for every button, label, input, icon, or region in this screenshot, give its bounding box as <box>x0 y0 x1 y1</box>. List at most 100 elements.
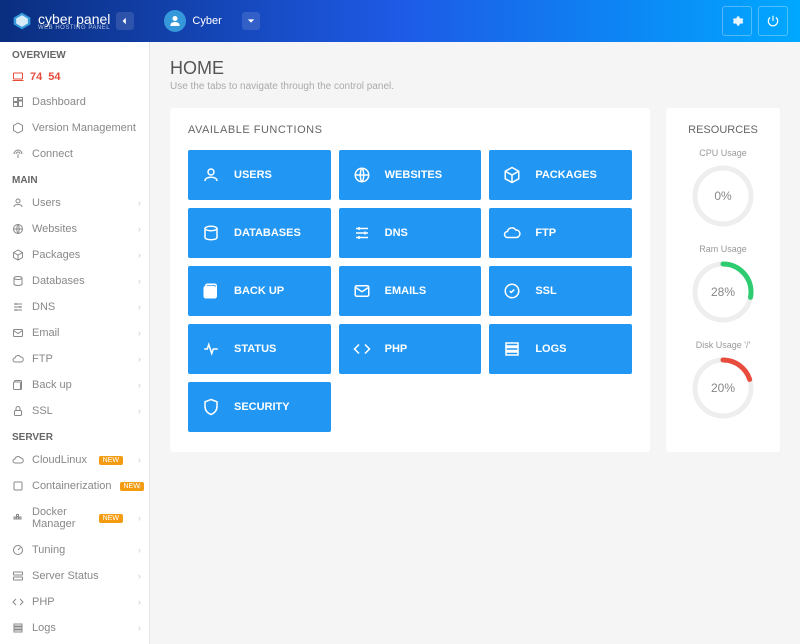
users-icon <box>202 166 220 184</box>
chevron-right-icon: › <box>138 276 141 286</box>
cloud-icon <box>12 353 24 365</box>
sidebar-item-logs[interactable]: Logs› <box>0 615 149 641</box>
sidebar-item-cloudlinux[interactable]: CloudLinuxNEW› <box>0 447 149 473</box>
user-dropdown[interactable] <box>242 12 260 30</box>
sidebar-item-php[interactable]: PHP› <box>0 589 149 615</box>
email-icon <box>12 327 24 339</box>
laptop-icon <box>12 72 24 82</box>
sidebar-item-dns[interactable]: DNS› <box>0 294 149 320</box>
sidebar-toggle[interactable] <box>116 12 134 30</box>
sidebar-item-docker-manager[interactable]: Docker ManagerNEW› <box>0 499 149 537</box>
sidebar-item-version-management[interactable]: Version Management <box>0 115 149 141</box>
user-menu[interactable]: Cyber <box>164 10 259 32</box>
person-icon <box>169 15 181 27</box>
tile-users[interactable]: USERS <box>188 150 331 200</box>
tile-logs[interactable]: LOGS <box>489 324 632 374</box>
tile-status[interactable]: STATUS <box>188 324 331 374</box>
sidebar-item-ftp[interactable]: FTP› <box>0 346 149 372</box>
dns-icon <box>353 224 371 242</box>
chevron-right-icon: › <box>138 597 141 607</box>
gauge-ram-usage: Ram Usage28% <box>684 244 762 324</box>
container-icon <box>12 480 24 492</box>
status-icon <box>202 340 220 358</box>
chevron-right-icon: › <box>138 455 141 465</box>
gauge-cpu-usage: CPU Usage0% <box>684 148 762 228</box>
db-icon <box>12 275 24 287</box>
chevron-down-icon <box>247 17 255 25</box>
functions-title: AVAILABLE FUNCTIONS <box>188 124 632 136</box>
chevron-right-icon: › <box>138 481 141 491</box>
logs-icon <box>503 340 521 358</box>
user-name: Cyber <box>192 15 221 27</box>
connect-icon <box>12 148 24 160</box>
sidebar-item-packages[interactable]: Packages› <box>0 242 149 268</box>
sidebar: OVERVIEW 74 54 DashboardVersion Manageme… <box>0 42 150 644</box>
chevron-right-icon: › <box>138 571 141 581</box>
sidebar-item-users[interactable]: Users› <box>0 190 149 216</box>
dashboard-icon <box>12 96 24 108</box>
chevron-right-icon: › <box>138 224 141 234</box>
globe-icon <box>12 223 24 235</box>
globe-icon <box>353 166 371 184</box>
sidebar-section-overview: OVERVIEW <box>0 42 149 65</box>
chevron-right-icon: › <box>138 328 141 338</box>
sidebar-item-email[interactable]: Email› <box>0 320 149 346</box>
box-icon <box>503 166 521 184</box>
tile-back-up[interactable]: BACK UP <box>188 266 331 316</box>
chevron-right-icon: › <box>138 250 141 260</box>
content: HOME Use the tabs to navigate through th… <box>150 42 800 644</box>
chevron-right-icon: › <box>138 513 141 523</box>
tile-websites[interactable]: WEBSITES <box>339 150 482 200</box>
sidebar-item-server-status[interactable]: Server Status› <box>0 563 149 589</box>
tile-ssl[interactable]: SSL <box>489 266 632 316</box>
sidebar-item-containerization[interactable]: ContainerizationNEW› <box>0 473 149 499</box>
tile-emails[interactable]: EMAILS <box>339 266 482 316</box>
chevron-left-icon <box>121 17 129 25</box>
tile-databases[interactable]: DATABASES <box>188 208 331 258</box>
tile-php[interactable]: PHP <box>339 324 482 374</box>
logs-icon <box>12 622 24 634</box>
chevron-right-icon: › <box>138 406 141 416</box>
tile-ftp[interactable]: FTP <box>489 208 632 258</box>
code-icon <box>12 596 24 608</box>
power-button[interactable] <box>758 6 788 36</box>
chevron-right-icon: › <box>138 198 141 208</box>
logo[interactable]: cyber panel WEB HOSTING PANEL <box>12 11 110 31</box>
sidebar-stats[interactable]: 74 54 <box>0 65 149 89</box>
chevron-right-icon: › <box>138 380 141 390</box>
avatar <box>164 10 186 32</box>
settings-button[interactable] <box>722 6 752 36</box>
gear-icon <box>730 14 744 28</box>
tuning-icon <box>12 544 24 556</box>
chevron-right-icon: › <box>138 354 141 364</box>
gauge-disk-usage-: Disk Usage '/'20% <box>684 340 762 420</box>
chevron-right-icon: › <box>138 302 141 312</box>
ssl-icon <box>503 282 521 300</box>
resources-title: RESOURCES <box>684 124 762 136</box>
new-badge: NEW <box>99 514 123 523</box>
brand-tagline: WEB HOSTING PANEL <box>38 25 110 31</box>
cloud-icon <box>12 454 24 466</box>
sidebar-item-tuning[interactable]: Tuning› <box>0 537 149 563</box>
page-title: HOME <box>170 58 780 79</box>
server-icon <box>12 570 24 582</box>
box-icon <box>12 249 24 261</box>
sidebar-item-connect[interactable]: Connect <box>0 141 149 167</box>
cloud-icon <box>503 224 521 242</box>
new-badge: NEW <box>99 456 123 465</box>
backup-icon <box>202 282 220 300</box>
sidebar-item-databases[interactable]: Databases› <box>0 268 149 294</box>
code-icon <box>353 340 371 358</box>
email-icon <box>353 282 371 300</box>
sidebar-item-websites[interactable]: Websites› <box>0 216 149 242</box>
sidebar-item-ssl[interactable]: SSL› <box>0 398 149 424</box>
sidebar-section-server: SERVER <box>0 424 149 447</box>
sidebar-item-back-up[interactable]: Back up› <box>0 372 149 398</box>
chevron-right-icon: › <box>138 545 141 555</box>
sidebar-item-dashboard[interactable]: Dashboard <box>0 89 149 115</box>
dns-icon <box>12 301 24 313</box>
tile-packages[interactable]: PACKAGES <box>489 150 632 200</box>
sidebar-section-main: MAIN <box>0 167 149 190</box>
tile-dns[interactable]: DNS <box>339 208 482 258</box>
tile-security[interactable]: SECURITY <box>188 382 331 432</box>
